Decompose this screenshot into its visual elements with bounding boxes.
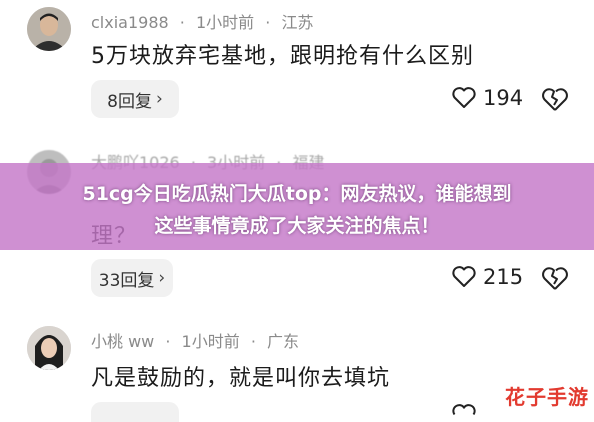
avatar[interactable] (27, 7, 71, 51)
meta-separator: · (250, 332, 256, 351)
banner-line-1: 51cg今日吃瓜热门大瓜top：网友热议，谁能想到 (82, 183, 512, 205)
avatar-image (27, 7, 71, 51)
heart-icon (452, 266, 476, 287)
heart-icon (452, 87, 476, 108)
reply-button-partial[interactable] (91, 402, 179, 422)
heart-icon[interactable] (451, 403, 477, 415)
chevron-right-icon: › (158, 268, 166, 288)
reply-button[interactable]: 33回复 › (91, 259, 173, 297)
like-button[interactable]: 215 (451, 265, 523, 289)
headline-banner: 51cg今日吃瓜热门大瓜top：网友热议，谁能想到 这些事情竟成了大家关注的焦点… (0, 163, 594, 250)
location: 广东 (267, 332, 300, 351)
like-button[interactable]: 194 (451, 86, 523, 110)
comment-text: 凡是鼓励的，就是叫你去填坑 (91, 366, 391, 391)
broken-heart-icon[interactable] (540, 265, 570, 293)
reply-button[interactable]: 8回复 › (91, 80, 179, 118)
timestamp: 1小时前 (195, 13, 255, 32)
like-count: 215 (483, 265, 524, 289)
meta-separator: · (165, 332, 171, 351)
username[interactable]: clxia1988 (91, 13, 169, 32)
location: 江苏 (281, 13, 314, 32)
avatar[interactable] (27, 326, 71, 370)
like-count: 194 (483, 86, 524, 110)
reply-count: 8回复 (107, 91, 152, 112)
timestamp: 1小时前 (181, 332, 240, 351)
meta-separator: · (179, 13, 185, 32)
banner-line-2: 这些事情竟成了大家关注的焦点！ (154, 215, 440, 237)
chevron-right-icon: › (156, 89, 163, 109)
username[interactable]: 小桃 ww (91, 332, 154, 351)
reply-count: 33回复 (98, 270, 155, 291)
broken-heart-icon[interactable] (540, 86, 570, 114)
meta-separator: · (265, 13, 271, 32)
avatar-image (27, 326, 71, 370)
site-watermark-logo: 花子手游 (505, 385, 589, 409)
comment-meta: clxia1988 · 1小时前 · 江苏 (91, 9, 313, 33)
comment-text: 5万块放弃宅基地，跟明抢有什么区别 (91, 44, 474, 69)
comment-meta: 小桃 ww · 1小时前 · 广东 (91, 328, 299, 352)
